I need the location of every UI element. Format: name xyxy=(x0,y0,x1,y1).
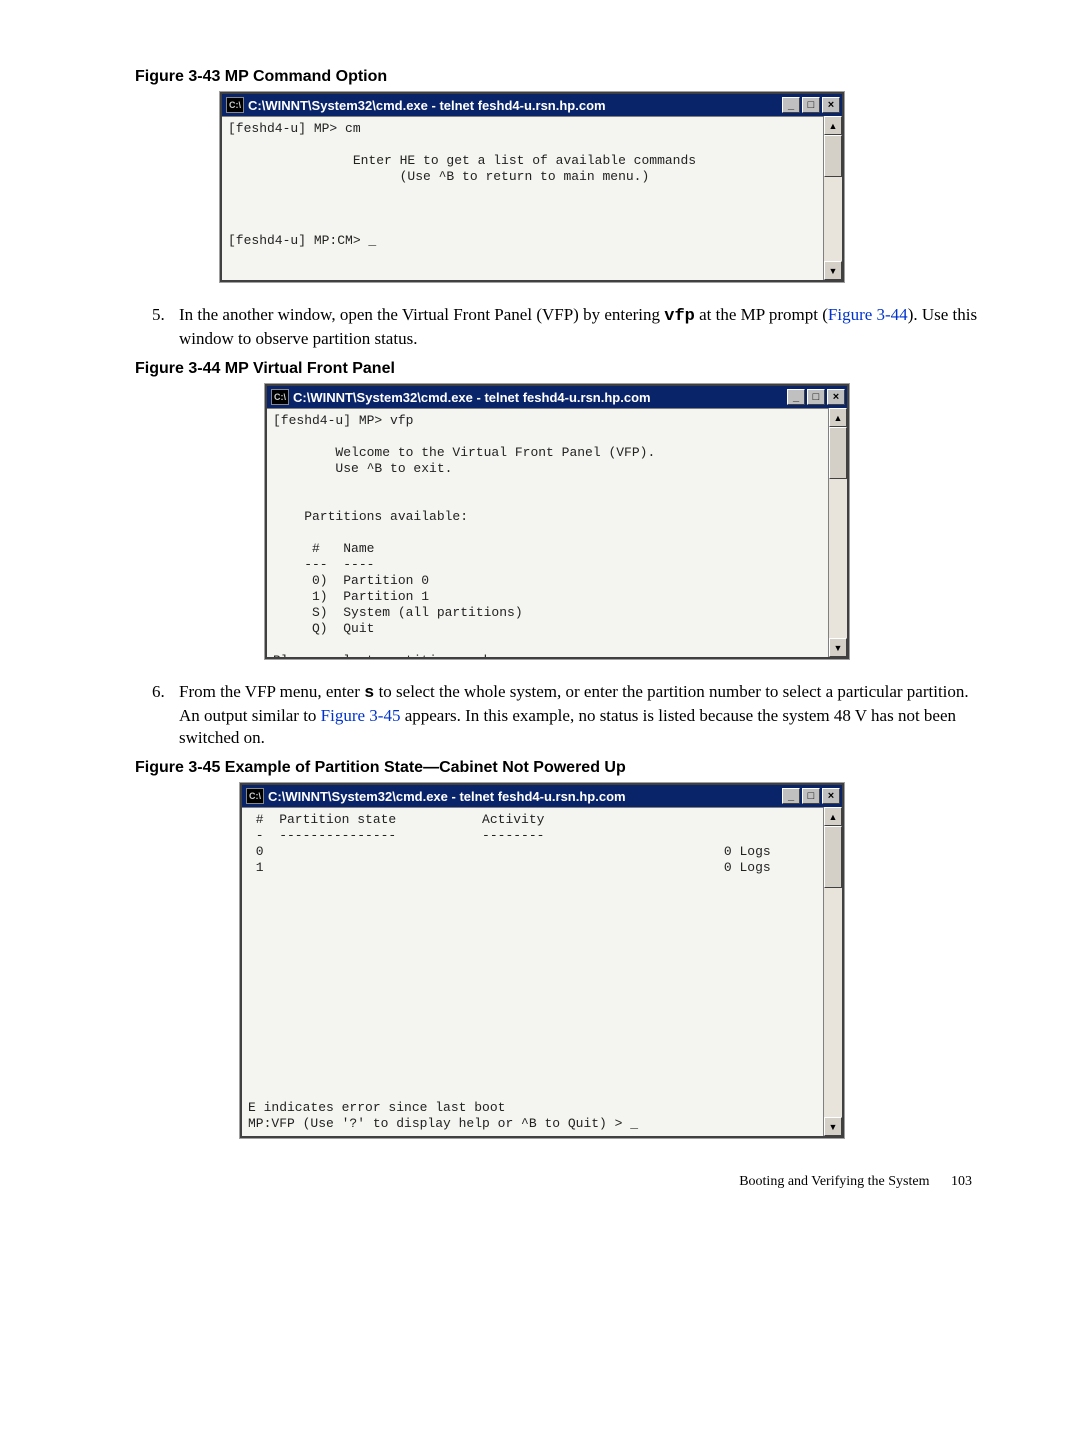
minimize-button[interactable]: _ xyxy=(782,788,800,804)
vertical-scrollbar[interactable]: ▲ ▼ xyxy=(823,116,842,280)
window-title: C:\WINNT\System32\cmd.exe - telnet feshd… xyxy=(248,98,782,113)
step-5-cmd: vfp xyxy=(664,307,695,326)
close-button[interactable]: × xyxy=(822,788,840,804)
scroll-track[interactable] xyxy=(829,427,847,638)
step-6-cmd: s xyxy=(364,684,374,703)
scroll-track[interactable] xyxy=(824,135,842,261)
footer-page-number: 103 xyxy=(951,1174,972,1189)
scroll-up-button[interactable]: ▲ xyxy=(824,807,842,826)
close-button[interactable]: × xyxy=(822,97,840,113)
scroll-thumb[interactable] xyxy=(829,427,847,479)
window-title: C:\WINNT\System32\cmd.exe - telnet feshd… xyxy=(293,390,787,405)
scroll-up-button[interactable]: ▲ xyxy=(829,408,847,427)
close-button[interactable]: × xyxy=(827,389,845,405)
figure-45-window: C:\ C:\WINNT\System32\cmd.exe - telnet f… xyxy=(240,783,844,1138)
figure-44-caption: Figure 3-44 MP Virtual Front Panel xyxy=(135,360,980,378)
scroll-down-button[interactable]: ▼ xyxy=(829,638,847,657)
window-title: C:\WINNT\System32\cmd.exe - telnet feshd… xyxy=(268,789,782,804)
step-5-text-a: In the another window, open the Virtual … xyxy=(179,305,664,324)
maximize-button[interactable]: □ xyxy=(802,788,820,804)
figure-44-window: C:\ C:\WINNT\System32\cmd.exe - telnet f… xyxy=(265,384,849,659)
cmd-icon: C:\ xyxy=(226,97,244,113)
vertical-scrollbar[interactable]: ▲ ▼ xyxy=(828,408,847,657)
scroll-up-button[interactable]: ▲ xyxy=(824,116,842,135)
step-6: From the VFP menu, enter s to select the… xyxy=(169,681,980,749)
maximize-button[interactable]: □ xyxy=(802,97,820,113)
figure-43-window: C:\ C:\WINNT\System32\cmd.exe - telnet f… xyxy=(220,92,844,282)
title-bar: C:\ C:\WINNT\System32\cmd.exe - telnet f… xyxy=(222,94,842,116)
terminal-content: [feshd4-u] MP> vfp Welcome to the Virtua… xyxy=(267,408,828,657)
footer-section: Booting and Verifying the System xyxy=(739,1174,929,1189)
vertical-scrollbar[interactable]: ▲ ▼ xyxy=(823,807,842,1136)
step-6-link[interactable]: Figure 3-45 xyxy=(321,706,401,725)
title-bar: C:\ C:\WINNT\System32\cmd.exe - telnet f… xyxy=(242,785,842,807)
page-footer: Booting and Verifying the System 103 xyxy=(135,1174,980,1190)
step-6-text-a: From the VFP menu, enter xyxy=(179,682,364,701)
step-5-link[interactable]: Figure 3-44 xyxy=(828,305,908,324)
title-bar: C:\ C:\WINNT\System32\cmd.exe - telnet f… xyxy=(267,386,847,408)
scroll-thumb[interactable] xyxy=(824,826,842,888)
figure-43-caption: Figure 3-43 MP Command Option xyxy=(135,68,980,86)
minimize-button[interactable]: _ xyxy=(787,389,805,405)
scroll-down-button[interactable]: ▼ xyxy=(824,261,842,280)
terminal-content: [feshd4-u] MP> cm Enter HE to get a list… xyxy=(222,116,823,280)
scroll-down-button[interactable]: ▼ xyxy=(824,1117,842,1136)
scroll-track[interactable] xyxy=(824,826,842,1117)
step-5: In the another window, open the Virtual … xyxy=(169,304,980,350)
minimize-button[interactable]: _ xyxy=(782,97,800,113)
cmd-icon: C:\ xyxy=(271,389,289,405)
scroll-thumb[interactable] xyxy=(824,135,842,177)
terminal-content: # Partition state Activity - -----------… xyxy=(242,807,823,1136)
figure-45-caption: Figure 3-45 Example of Partition State—C… xyxy=(135,759,980,777)
cmd-icon: C:\ xyxy=(246,788,264,804)
maximize-button[interactable]: □ xyxy=(807,389,825,405)
step-5-text-b: at the MP prompt ( xyxy=(695,305,828,324)
